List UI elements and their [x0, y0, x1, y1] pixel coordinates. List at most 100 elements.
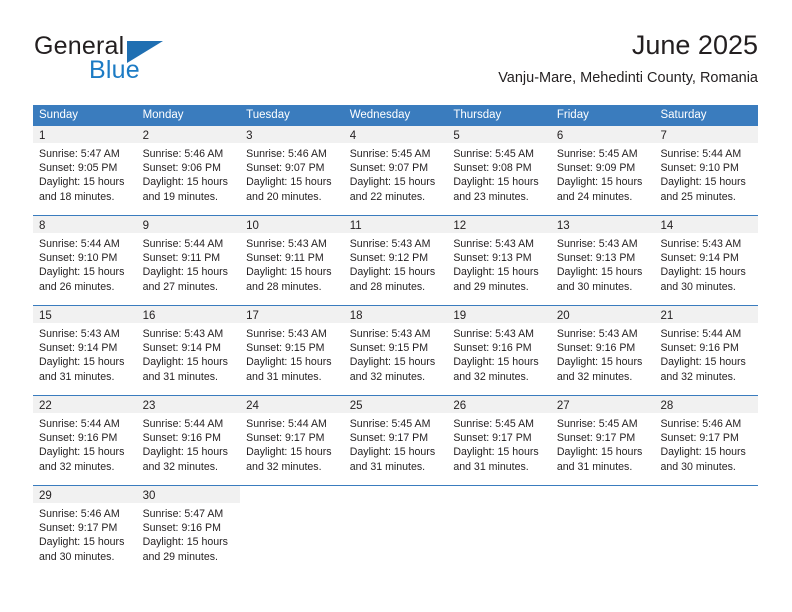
calendar-day-cell[interactable]: 13 Sunrise: 5:43 AM Sunset: 9:13 PM Dayligh…	[550, 216, 655, 305]
calendar-day-cell[interactable]: 30 Sunrise: 5:47 AM Sunset: 9:16 PM Dayligh…	[136, 486, 241, 575]
day-number-bar: 15	[33, 306, 137, 323]
day-number-bar: 17	[240, 306, 344, 323]
calendar-day-cell[interactable]: 7 Sunrise: 5:44 AM Sunset: 9:10 PM Daylight…	[654, 126, 759, 215]
day-number-bar: 24	[240, 396, 344, 413]
day-number-bar	[343, 486, 448, 503]
daylight-text-line2: and 22 minutes.	[349, 190, 426, 203]
daylight-text-line1: Daylight: 15 hours	[246, 176, 332, 189]
calendar-day-cell[interactable]: 22 Sunrise: 5:44 AM Sunset: 9:16 PM Dayligh…	[33, 396, 137, 485]
daylight-text-line2: and 31 minutes.	[142, 370, 218, 383]
day-number-bar: 16	[136, 306, 241, 323]
sunset-text: Sunset: 9:12 PM	[349, 252, 429, 265]
calendar-day-cell[interactable]: 27 Sunrise: 5:45 AM Sunset: 9:17 PM Dayligh…	[550, 396, 655, 485]
calendar-day-cell[interactable]: 11 Sunrise: 5:43 AM Sunset: 9:12 PM Dayligh…	[343, 216, 448, 305]
day-number: 26	[453, 400, 467, 412]
daylight-text-line1: Daylight: 15 hours	[453, 266, 539, 279]
calendar-day-cell[interactable]: 2 Sunrise: 5:46 AM Sunset: 9:06 PM Daylight…	[136, 126, 241, 215]
general-blue-logo: General Blue	[34, 32, 254, 90]
day-number-bar: 6	[550, 126, 655, 143]
day-number: 9	[142, 220, 149, 232]
calendar-weeks: 1 Sunrise: 5:47 AM Sunset: 9:05 PM Daylight…	[33, 126, 759, 575]
day-number-bar: 4	[343, 126, 448, 143]
daylight-text-line2: and 31 minutes.	[556, 460, 633, 473]
day-details: Sunrise: 5:43 AM Sunset: 9:16 PM Daylight:…	[447, 323, 551, 384]
day-details: Sunrise: 5:45 AM Sunset: 9:09 PM Daylight:…	[551, 143, 655, 204]
calendar-day-cell[interactable]: 19 Sunrise: 5:43 AM Sunset: 9:16 PM Dayligh…	[447, 306, 551, 395]
day-number: 22	[39, 400, 52, 412]
calendar-day-cell[interactable]: 9 Sunrise: 5:44 AM Sunset: 9:11 PM Daylight…	[136, 216, 241, 305]
weekday-header-row: Sunday Monday Tuesday Wednesday Thursday…	[33, 105, 758, 126]
daylight-text-line1: Daylight: 15 hours	[142, 356, 228, 369]
day-details: Sunrise: 5:45 AM Sunset: 9:17 PM Daylight:…	[447, 413, 551, 474]
weekday-header-thursday: Thursday	[453, 109, 502, 121]
calendar-day-cell[interactable]: 29 Sunrise: 5:46 AM Sunset: 9:17 PM Dayligh…	[33, 486, 137, 575]
calendar-day-cell[interactable]: 18 Sunrise: 5:43 AM Sunset: 9:15 PM Dayligh…	[343, 306, 448, 395]
calendar-day-cell[interactable]: 15 Sunrise: 5:43 AM Sunset: 9:14 PM Dayligh…	[33, 306, 137, 395]
calendar-day-cell[interactable]: 25 Sunrise: 5:45 AM Sunset: 9:17 PM Dayligh…	[343, 396, 448, 485]
day-details: Sunrise: 5:43 AM Sunset: 9:15 PM Daylight:…	[240, 323, 344, 384]
calendar-day-cell[interactable]: 28 Sunrise: 5:46 AM Sunset: 9:17 PM Dayligh…	[654, 396, 759, 485]
daylight-text-line2: and 32 minutes.	[39, 460, 115, 473]
calendar-day-cell[interactable]: 23 Sunrise: 5:44 AM Sunset: 9:16 PM Dayligh…	[136, 396, 241, 485]
sunrise-text: Sunrise: 5:44 AM	[142, 418, 224, 430]
daylight-text-line1: Daylight: 15 hours	[349, 266, 436, 279]
daylight-text-line2: and 32 minutes.	[246, 460, 322, 473]
calendar-day-cell[interactable]: 26 Sunrise: 5:45 AM Sunset: 9:17 PM Dayligh…	[447, 396, 551, 485]
day-details: Sunrise: 5:44 AM Sunset: 9:10 PM Daylight:…	[654, 143, 758, 204]
page-subtitle: Vanju-Mare, Mehedinti County, Romania	[498, 70, 758, 86]
sunrise-text: Sunrise: 5:45 AM	[453, 418, 534, 430]
daylight-text-line2: and 24 minutes.	[556, 190, 633, 203]
day-number-bar	[654, 486, 759, 503]
calendar-day-cell[interactable]: 14 Sunrise: 5:43 AM Sunset: 9:14 PM Dayligh…	[654, 216, 759, 305]
sunrise-text: Sunrise: 5:43 AM	[556, 328, 638, 340]
calendar-day-cell[interactable]: 12 Sunrise: 5:43 AM Sunset: 9:13 PM Dayligh…	[447, 216, 551, 305]
weekday-header-tuesday: Tuesday	[246, 109, 290, 121]
daylight-text-line2: and 30 minutes.	[556, 280, 633, 293]
daylight-text-line2: and 26 minutes.	[39, 280, 115, 293]
weekday-header-friday: Friday	[556, 109, 589, 121]
daylight-text-line2: and 29 minutes.	[453, 280, 529, 293]
calendar-day-cell[interactable]: 17 Sunrise: 5:43 AM Sunset: 9:15 PM Dayligh…	[240, 306, 344, 395]
sunrise-text: Sunrise: 5:43 AM	[453, 238, 534, 250]
day-details: Sunrise: 5:47 AM Sunset: 9:05 PM Daylight:…	[33, 143, 137, 204]
calendar-day-cell[interactable]: 5 Sunrise: 5:45 AM Sunset: 9:08 PM Daylight…	[447, 126, 551, 215]
calendar-day-cell[interactable]: 16 Sunrise: 5:43 AM Sunset: 9:14 PM Dayligh…	[136, 306, 241, 395]
day-number-bar: 18	[343, 306, 448, 323]
day-details: Sunrise: 5:46 AM Sunset: 9:06 PM Daylight:…	[137, 143, 241, 204]
day-number-bar: 3	[240, 126, 344, 143]
calendar-day-cell[interactable]: 1 Sunrise: 5:47 AM Sunset: 9:05 PM Daylight…	[33, 126, 137, 215]
sunrise-text: Sunrise: 5:43 AM	[39, 328, 120, 340]
sunset-text: Sunset: 9:17 PM	[349, 432, 429, 445]
calendar-day-cell[interactable]: 8 Sunrise: 5:44 AM Sunset: 9:10 PM Daylight…	[33, 216, 137, 305]
daylight-text-line2: and 32 minutes.	[453, 370, 529, 383]
day-number-bar: 30	[136, 486, 241, 503]
calendar-day-cell[interactable]: 24 Sunrise: 5:44 AM Sunset: 9:17 PM Dayligh…	[240, 396, 344, 485]
day-number: 14	[660, 220, 674, 232]
daylight-text-line2: and 20 minutes.	[246, 190, 322, 203]
daylight-text-line1: Daylight: 15 hours	[39, 536, 125, 549]
logo-word-blue: Blue	[89, 56, 140, 84]
calendar-day-cell[interactable]: 21 Sunrise: 5:44 AM Sunset: 9:16 PM Dayligh…	[654, 306, 759, 395]
day-number-bar: 19	[447, 306, 551, 323]
day-details: Sunrise: 5:46 AM Sunset: 9:07 PM Daylight:…	[240, 143, 344, 204]
calendar-day-cell[interactable]: 20 Sunrise: 5:43 AM Sunset: 9:16 PM Dayligh…	[550, 306, 655, 395]
day-details: Sunrise: 5:44 AM Sunset: 9:17 PM Daylight:…	[240, 413, 344, 474]
day-details: Sunrise: 5:45 AM Sunset: 9:07 PM Daylight:…	[344, 143, 448, 204]
calendar-day-cell[interactable]: 6 Sunrise: 5:45 AM Sunset: 9:09 PM Daylight…	[550, 126, 655, 215]
calendar-day-cell[interactable]: 3 Sunrise: 5:46 AM Sunset: 9:07 PM Daylight…	[240, 126, 344, 215]
daylight-text-line1: Daylight: 15 hours	[660, 446, 746, 459]
day-details: Sunrise: 5:43 AM Sunset: 9:13 PM Daylight:…	[551, 233, 655, 294]
daylight-text-line1: Daylight: 15 hours	[556, 266, 643, 279]
day-number: 25	[349, 400, 363, 412]
sunrise-text: Sunrise: 5:43 AM	[349, 238, 431, 250]
daylight-text-line1: Daylight: 15 hours	[246, 266, 332, 279]
calendar-day-cell[interactable]: 10 Sunrise: 5:43 AM Sunset: 9:11 PM Dayligh…	[240, 216, 344, 305]
calendar-day-cell[interactable]: 4 Sunrise: 5:45 AM Sunset: 9:07 PM Daylight…	[343, 126, 448, 215]
day-number-bar: 1	[33, 126, 137, 143]
day-details: Sunrise: 5:47 AM Sunset: 9:16 PM Daylight:…	[137, 503, 241, 564]
daylight-text-line2: and 32 minutes.	[349, 370, 426, 383]
day-details	[447, 503, 551, 507]
daylight-text-line2: and 31 minutes.	[453, 460, 529, 473]
daylight-text-line2: and 19 minutes.	[142, 190, 218, 203]
day-details: Sunrise: 5:43 AM Sunset: 9:14 PM Daylight:…	[33, 323, 137, 384]
